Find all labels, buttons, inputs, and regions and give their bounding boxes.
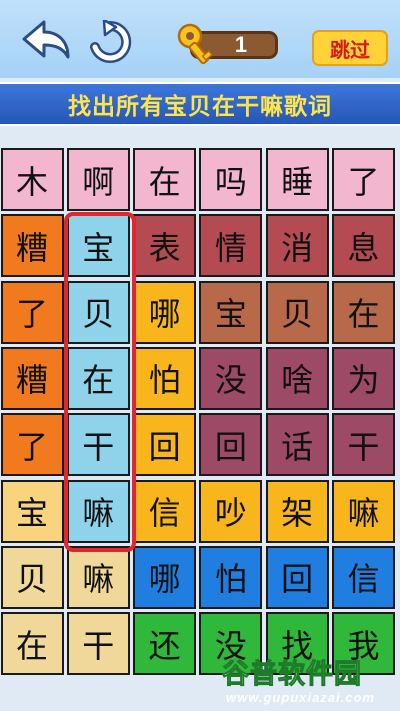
grid-cell[interactable]: 哪	[133, 280, 197, 344]
grid-cell[interactable]: 嘛	[66, 545, 130, 609]
back-arrow-icon	[22, 20, 70, 59]
refresh-icon	[90, 20, 132, 63]
grid-cell[interactable]: 啥	[265, 346, 329, 410]
grid-cell[interactable]: 为	[332, 346, 395, 410]
grid-cell[interactable]: 木	[0, 148, 64, 211]
grid-cell[interactable]: 在	[0, 612, 64, 676]
grid-cell[interactable]: 情	[199, 214, 263, 278]
grid-cell[interactable]: 干	[332, 413, 395, 477]
back-button[interactable]	[20, 16, 72, 68]
top-bar: 1 跳过	[0, 0, 400, 78]
watermark-url: www.gupuxiazai.com	[226, 690, 375, 705]
grid-cell[interactable]: 还	[133, 612, 197, 676]
grid-cell[interactable]: 话	[265, 413, 329, 477]
grid-cell[interactable]: 宝	[199, 280, 263, 344]
grid-cell[interactable]: 在	[133, 148, 197, 211]
grid-cell[interactable]: 信	[332, 545, 395, 609]
instruction-banner: 找出所有宝贝在干嘛歌词	[0, 82, 400, 126]
grid-cell[interactable]: 睡	[265, 148, 329, 211]
grid-cell[interactable]: 宝	[0, 479, 64, 543]
grid-cell[interactable]: 没	[199, 612, 263, 676]
grid-cell[interactable]: 嘛	[332, 479, 395, 543]
grid-cell[interactable]: 啊	[66, 148, 130, 211]
grid-cell[interactable]: 回	[265, 545, 329, 609]
grid-cell[interactable]: 了	[0, 413, 64, 477]
restart-button[interactable]	[84, 16, 136, 68]
grid-cell[interactable]: 哪	[133, 545, 197, 609]
grid-cell[interactable]: 我	[332, 612, 395, 676]
grid-cell[interactable]: 糟	[0, 214, 64, 278]
grid-cell[interactable]: 糟	[0, 346, 64, 410]
grid-cell[interactable]: 怕	[133, 346, 197, 410]
grid-cell[interactable]: 嘛	[66, 479, 130, 543]
grid-cell[interactable]: 回	[199, 413, 263, 477]
grid-cell[interactable]: 干	[66, 413, 130, 477]
grid-cell[interactable]: 息	[332, 214, 395, 278]
grid-cell[interactable]: 了	[0, 280, 64, 344]
grid-cell[interactable]: 宝	[66, 214, 130, 278]
key-icon	[177, 23, 214, 65]
grid-cell[interactable]: 在	[332, 280, 395, 344]
grid-cell[interactable]: 怕	[199, 545, 263, 609]
grid-cell[interactable]: 吗	[199, 148, 263, 211]
grid-cell[interactable]: 架	[265, 479, 329, 543]
skip-button[interactable]: 跳过	[312, 30, 388, 66]
grid-cell[interactable]: 回	[133, 413, 197, 477]
grid-cell[interactable]: 贝	[0, 545, 64, 609]
grid-cell[interactable]: 消	[265, 214, 329, 278]
grid-cell[interactable]: 吵	[199, 479, 263, 543]
grid-cell[interactable]: 信	[133, 479, 197, 543]
grid-cell[interactable]: 了	[332, 148, 395, 211]
grid-cell[interactable]: 贝	[265, 280, 329, 344]
grid-cell[interactable]: 找	[265, 612, 329, 676]
grid-cell[interactable]: 表	[133, 214, 197, 278]
word-grid: 木啊在吗睡了糟宝表情消息了贝哪宝贝在糟在怕没啥为了干回回话干宝嘛信吵架嘛贝嘛哪怕…	[0, 148, 400, 683]
grid-cell[interactable]: 贝	[66, 280, 130, 344]
grid-cell[interactable]: 干	[66, 612, 130, 676]
key-count: 1	[234, 32, 248, 57]
grid-cell[interactable]: 没	[199, 346, 263, 410]
grid-cell[interactable]: 在	[66, 346, 130, 410]
